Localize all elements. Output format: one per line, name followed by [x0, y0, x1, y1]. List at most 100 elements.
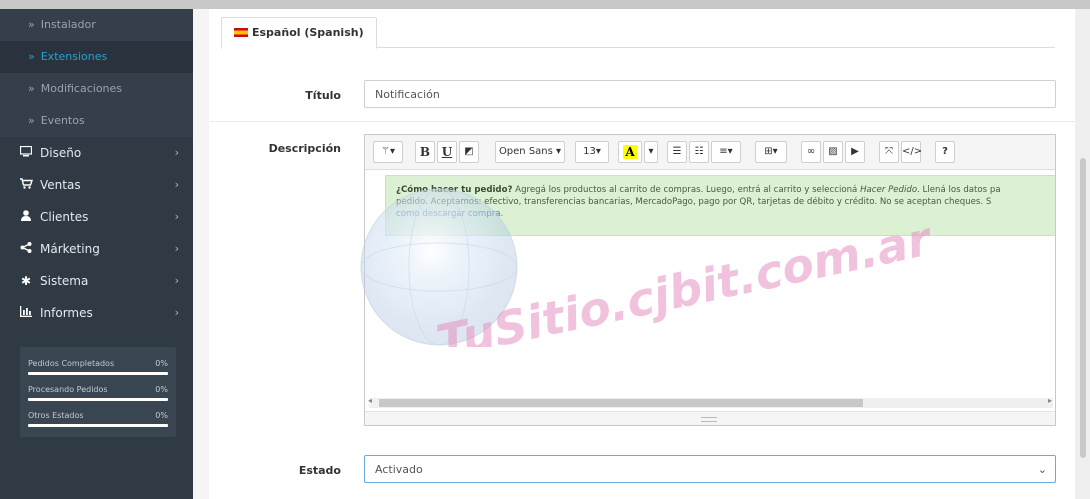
chevron-down-icon: ⌄ — [1037, 463, 1047, 476]
stat-row: Procesando Pedidos 0% — [28, 383, 168, 409]
note-text: pedido. Aceptamos: efectivo, transferenc… — [396, 197, 992, 207]
note-text: . Llená los datos pa — [917, 185, 1001, 195]
raquo-icon: » — [28, 114, 35, 127]
sidebar-item-clientes[interactable]: Clientes › — [0, 201, 193, 233]
editor-toolbar: ⚚▾ B U ◩ Open Sans ▾ 13▾ A ▾ ☰ ☷ ≡▾ ⊞▾ ∞… — [365, 135, 1055, 170]
sidebar-subitem-label: Eventos — [40, 114, 85, 127]
stat-progress-bar — [28, 372, 168, 375]
spain-flag-icon — [234, 28, 248, 37]
editor-horizontal-scrollbar[interactable]: ◂ ▸ — [368, 396, 1053, 408]
bold-icon[interactable]: B — [415, 141, 435, 163]
cart-icon — [18, 169, 34, 201]
stat-percent: 0% — [155, 359, 168, 368]
monitor-icon — [18, 137, 34, 169]
help-icon[interactable]: ? — [935, 141, 955, 163]
stat-progress-bar — [28, 424, 168, 427]
sidebar-item-marketing[interactable]: Márketing › — [0, 233, 193, 265]
bar-chart-icon — [18, 297, 34, 329]
code-view-icon[interactable]: </> — [901, 141, 922, 163]
color-dropdown-icon[interactable]: ▾ — [644, 141, 658, 163]
grip-icon — [701, 417, 717, 422]
stat-row: Pedidos Completados 0% — [28, 357, 168, 383]
font-size-select[interactable]: 13▾ — [575, 141, 609, 163]
description-label: Descripción — [268, 142, 341, 155]
stat-label: Otros Estados — [28, 411, 84, 420]
sidebar-subitem-extensiones[interactable]: » Extensiones — [0, 41, 193, 73]
editor-resize-handle[interactable] — [365, 411, 1055, 425]
fullscreen-icon[interactable]: ⤧ — [879, 141, 899, 163]
magic-icon[interactable]: ⚚▾ — [373, 141, 403, 163]
sidebar-item-label: Márketing — [40, 242, 100, 256]
stat-label: Procesando Pedidos — [28, 385, 108, 394]
stat-label: Pedidos Completados — [28, 359, 115, 368]
title-input[interactable]: Notificación — [364, 80, 1056, 108]
chevron-right-icon: › — [174, 178, 179, 191]
sidebar-item-label: Informes — [40, 306, 93, 320]
sidebar-subitem-label: Extensiones — [40, 50, 108, 63]
page-scroll-thumb[interactable] — [1080, 158, 1086, 458]
tab-label: Español (Spanish) — [252, 26, 364, 39]
stat-row: Otros Estados 0% — [28, 409, 168, 435]
chevron-right-icon: › — [174, 210, 179, 223]
align-icon[interactable]: ≡▾ — [711, 141, 741, 163]
sidebar-item-informes[interactable]: Informes › — [0, 297, 193, 329]
stat-percent: 0% — [155, 385, 168, 394]
raquo-icon: » — [28, 82, 35, 95]
main-panel: Español (Spanish) Título Notificación De… — [193, 9, 1075, 499]
sidebar-subitem-label: Modificaciones — [40, 82, 123, 95]
sidebar-item-sistema[interactable]: ✱ Sistema › — [0, 265, 193, 297]
table-icon[interactable]: ⊞▾ — [755, 141, 787, 163]
stat-percent: 0% — [155, 411, 168, 420]
status-value: Activado — [375, 463, 423, 476]
ordered-list-icon[interactable]: ☷ — [689, 141, 709, 163]
scroll-right-icon[interactable]: ▸ — [1048, 396, 1052, 405]
note-italic: Hacer Pedido — [860, 185, 918, 195]
sidebar-subitem-eventos[interactable]: » Eventos — [0, 105, 193, 137]
raquo-icon: » — [28, 50, 35, 63]
sidebar-item-label: Ventas — [40, 178, 81, 192]
chevron-right-icon: › — [174, 274, 179, 287]
scroll-thumb[interactable] — [379, 399, 863, 407]
user-icon — [18, 201, 34, 233]
sidebar-item-label: Clientes — [40, 210, 89, 224]
status-select[interactable]: Activado ⌄ — [364, 455, 1056, 483]
divider — [209, 121, 1075, 122]
chevron-right-icon: › — [174, 146, 179, 159]
sidebar: » Instalador » Extensiones » Modificaciones… — [0, 9, 193, 499]
note-link[interactable]: como descargar compra. — [396, 209, 503, 219]
sidebar-subitem-label: Instalador — [40, 18, 96, 31]
language-tabs: Español (Spanish) — [221, 17, 1055, 49]
top-strip — [0, 0, 1090, 9]
sidebar-item-label: Diseño — [40, 146, 82, 160]
note-text: Agregá los productos al carrito de compr… — [512, 185, 861, 195]
font-family-select[interactable]: Open Sans ▾ — [495, 141, 565, 163]
gear-icon: ✱ — [20, 274, 32, 288]
eraser-icon[interactable]: ◩ — [459, 141, 479, 163]
sidebar-item-label: Sistema — [40, 274, 89, 288]
content-gutter — [193, 9, 209, 499]
scroll-left-icon[interactable]: ◂ — [368, 396, 372, 405]
status-label: Estado — [298, 464, 341, 477]
sidebar-item-diseno[interactable]: Diseño › — [0, 137, 193, 169]
sidebar-subitem-modificaciones[interactable]: » Modificaciones — [0, 73, 193, 105]
rich-text-editor[interactable]: ⚚▾ B U ◩ Open Sans ▾ 13▾ A ▾ ☰ ☷ ≡▾ ⊞▾ ∞… — [364, 134, 1056, 426]
tab-spanish[interactable]: Español (Spanish) — [221, 17, 377, 49]
underline-icon[interactable]: U — [437, 141, 457, 163]
unordered-list-icon[interactable]: ☰ — [667, 141, 687, 163]
link-icon[interactable]: ∞ — [801, 141, 821, 163]
share-icon — [18, 233, 34, 265]
form-content: Español (Spanish) Título Notificación De… — [209, 9, 1075, 499]
sidebar-item-ventas[interactable]: Ventas › — [0, 169, 193, 201]
chevron-right-icon: › — [174, 242, 179, 255]
note-question: ¿Cómo hacer tu pedido? — [396, 185, 513, 195]
sidebar-subitem-instalador[interactable]: » Instalador — [0, 9, 193, 41]
chevron-right-icon: › — [174, 306, 179, 319]
order-stats-panel: Pedidos Completados 0% Procesando Pedido… — [20, 347, 176, 437]
editor-content-note[interactable]: ¿Cómo hacer tu pedido? Agregá los produc… — [385, 175, 1055, 236]
title-label: Título — [305, 89, 341, 102]
raquo-icon: » — [28, 18, 35, 31]
video-icon[interactable]: ▶ — [845, 141, 865, 163]
image-icon[interactable]: ▨ — [823, 141, 843, 163]
highlight-color-icon[interactable]: A — [618, 141, 642, 163]
stat-progress-bar — [28, 398, 168, 401]
